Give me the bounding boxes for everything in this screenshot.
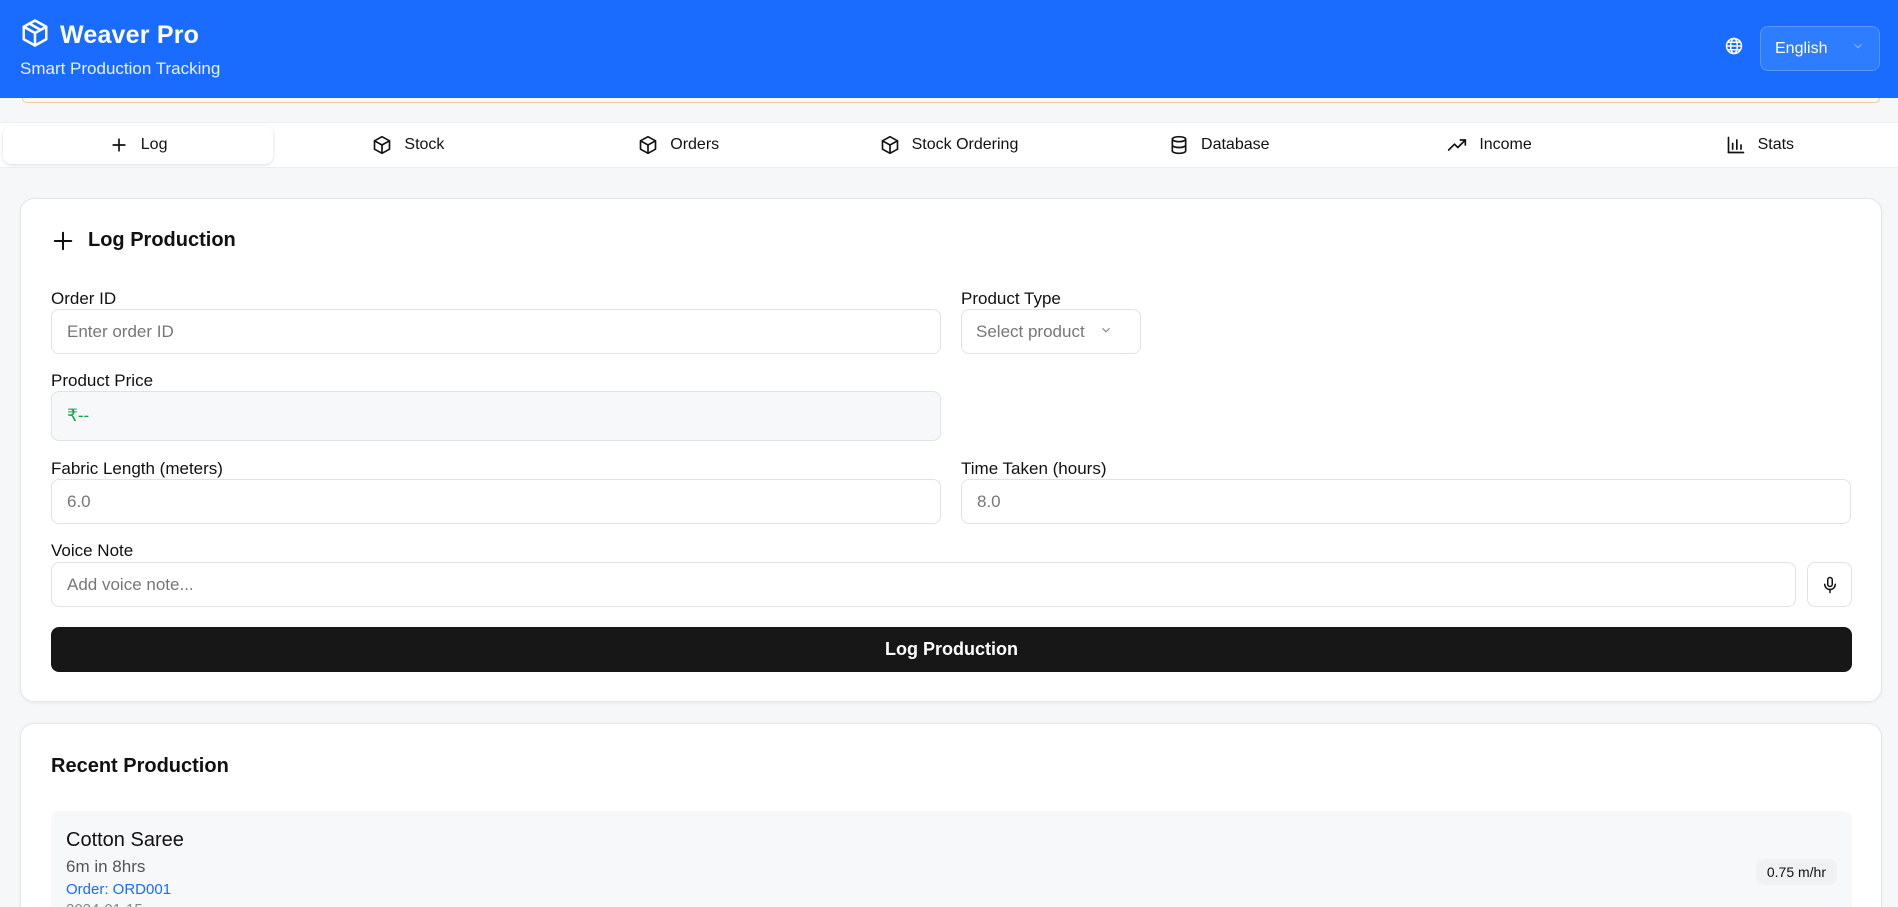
app-subtitle: Smart Production Tracking bbox=[20, 59, 221, 78]
plus-icon bbox=[112, 138, 126, 152]
package-logo-icon bbox=[20, 18, 50, 53]
tab-database[interactable]: Database bbox=[1084, 126, 1354, 164]
list-item[interactable]: Cotton Saree 6m in 8hrs Order: ORD001 20… bbox=[51, 811, 1852, 907]
entry-order-id: Order: ORD001 bbox=[66, 881, 172, 898]
voice-note-input[interactable]: Add voice note... bbox=[51, 562, 1796, 607]
order-id-input[interactable]: Enter order ID bbox=[51, 309, 941, 354]
chevron-down-icon bbox=[1099, 322, 1113, 342]
fabric-length-label: Fabric Length (meters) bbox=[51, 459, 223, 478]
product-price-display: ₹-- bbox=[51, 391, 941, 441]
package-icon bbox=[639, 135, 657, 155]
brand: Weaver Pro Smart Production Tracking bbox=[20, 18, 220, 79]
fabric-length-input[interactable]: 6.0 bbox=[51, 479, 941, 524]
tab-log[interactable]: Log bbox=[3, 126, 274, 164]
product-type-select[interactable]: Select product bbox=[961, 309, 1141, 354]
tab-income[interactable]: Income bbox=[1354, 126, 1624, 164]
tab-label: Stock bbox=[404, 136, 445, 153]
log-production-button[interactable]: Log Production bbox=[51, 627, 1852, 672]
tab-label: Stock Ordering bbox=[911, 136, 1019, 153]
tab-label: Orders bbox=[670, 136, 720, 153]
database-icon bbox=[1171, 135, 1187, 155]
language-select[interactable]: English bbox=[1760, 26, 1880, 71]
tab-stock-ordering[interactable]: Stock Ordering bbox=[814, 126, 1084, 164]
product-price-label: Product Price bbox=[51, 371, 154, 390]
recent-production-heading: Recent Production bbox=[51, 755, 229, 777]
entry-product-name: Cotton Saree bbox=[66, 829, 184, 851]
tab-label: Log bbox=[140, 136, 168, 153]
app-title: Weaver Pro bbox=[60, 21, 200, 49]
tab-label: Database bbox=[1201, 136, 1270, 153]
package-icon bbox=[881, 135, 898, 155]
chevron-down-icon bbox=[1851, 39, 1865, 58]
tab-label: Stats bbox=[1757, 136, 1795, 153]
entry-date: 2024-01-15 bbox=[66, 901, 143, 907]
order-id-label: Order ID bbox=[51, 289, 117, 308]
language-value: English bbox=[1775, 39, 1828, 57]
recent-production-card: Recent Production Cotton Saree 6m in 8hr… bbox=[20, 723, 1882, 907]
product-type-label: Product Type bbox=[961, 289, 1061, 308]
trending-up-icon bbox=[1448, 139, 1467, 151]
log-production-card: Log Production Order ID Enter order ID P… bbox=[20, 198, 1882, 702]
tab-stats[interactable]: Stats bbox=[1625, 126, 1895, 164]
entry-summary: 6m in 8hrs bbox=[66, 857, 146, 876]
tab-stock[interactable]: Stock bbox=[273, 126, 543, 164]
card-title-text: Log Production bbox=[88, 229, 236, 251]
app-header: Weaver Pro Smart Production Tracking Eng… bbox=[0, 0, 1898, 98]
log-production-heading: Log Production bbox=[52, 229, 236, 252]
time-taken-input[interactable]: 8.0 bbox=[961, 479, 1851, 524]
bar-chart-icon bbox=[1727, 136, 1744, 154]
tab-orders[interactable]: Orders bbox=[544, 126, 814, 164]
package-icon bbox=[374, 135, 391, 155]
product-type-placeholder: Select product bbox=[976, 321, 1085, 341]
rate-badge: 0.75 m/hr bbox=[1755, 859, 1837, 885]
microphone-icon bbox=[1823, 576, 1836, 593]
header-accent-border bbox=[22, 98, 1880, 103]
main-tabs: Log Stock Orders Stock Ordering Database… bbox=[0, 122, 1898, 168]
plus-icon bbox=[53, 231, 73, 250]
voice-note-label: Voice Note bbox=[51, 541, 134, 560]
globe-icon bbox=[1724, 36, 1744, 61]
tab-label: Income bbox=[1479, 136, 1532, 153]
time-taken-label: Time Taken (hours) bbox=[961, 459, 1107, 478]
record-voice-button[interactable] bbox=[1807, 562, 1852, 607]
